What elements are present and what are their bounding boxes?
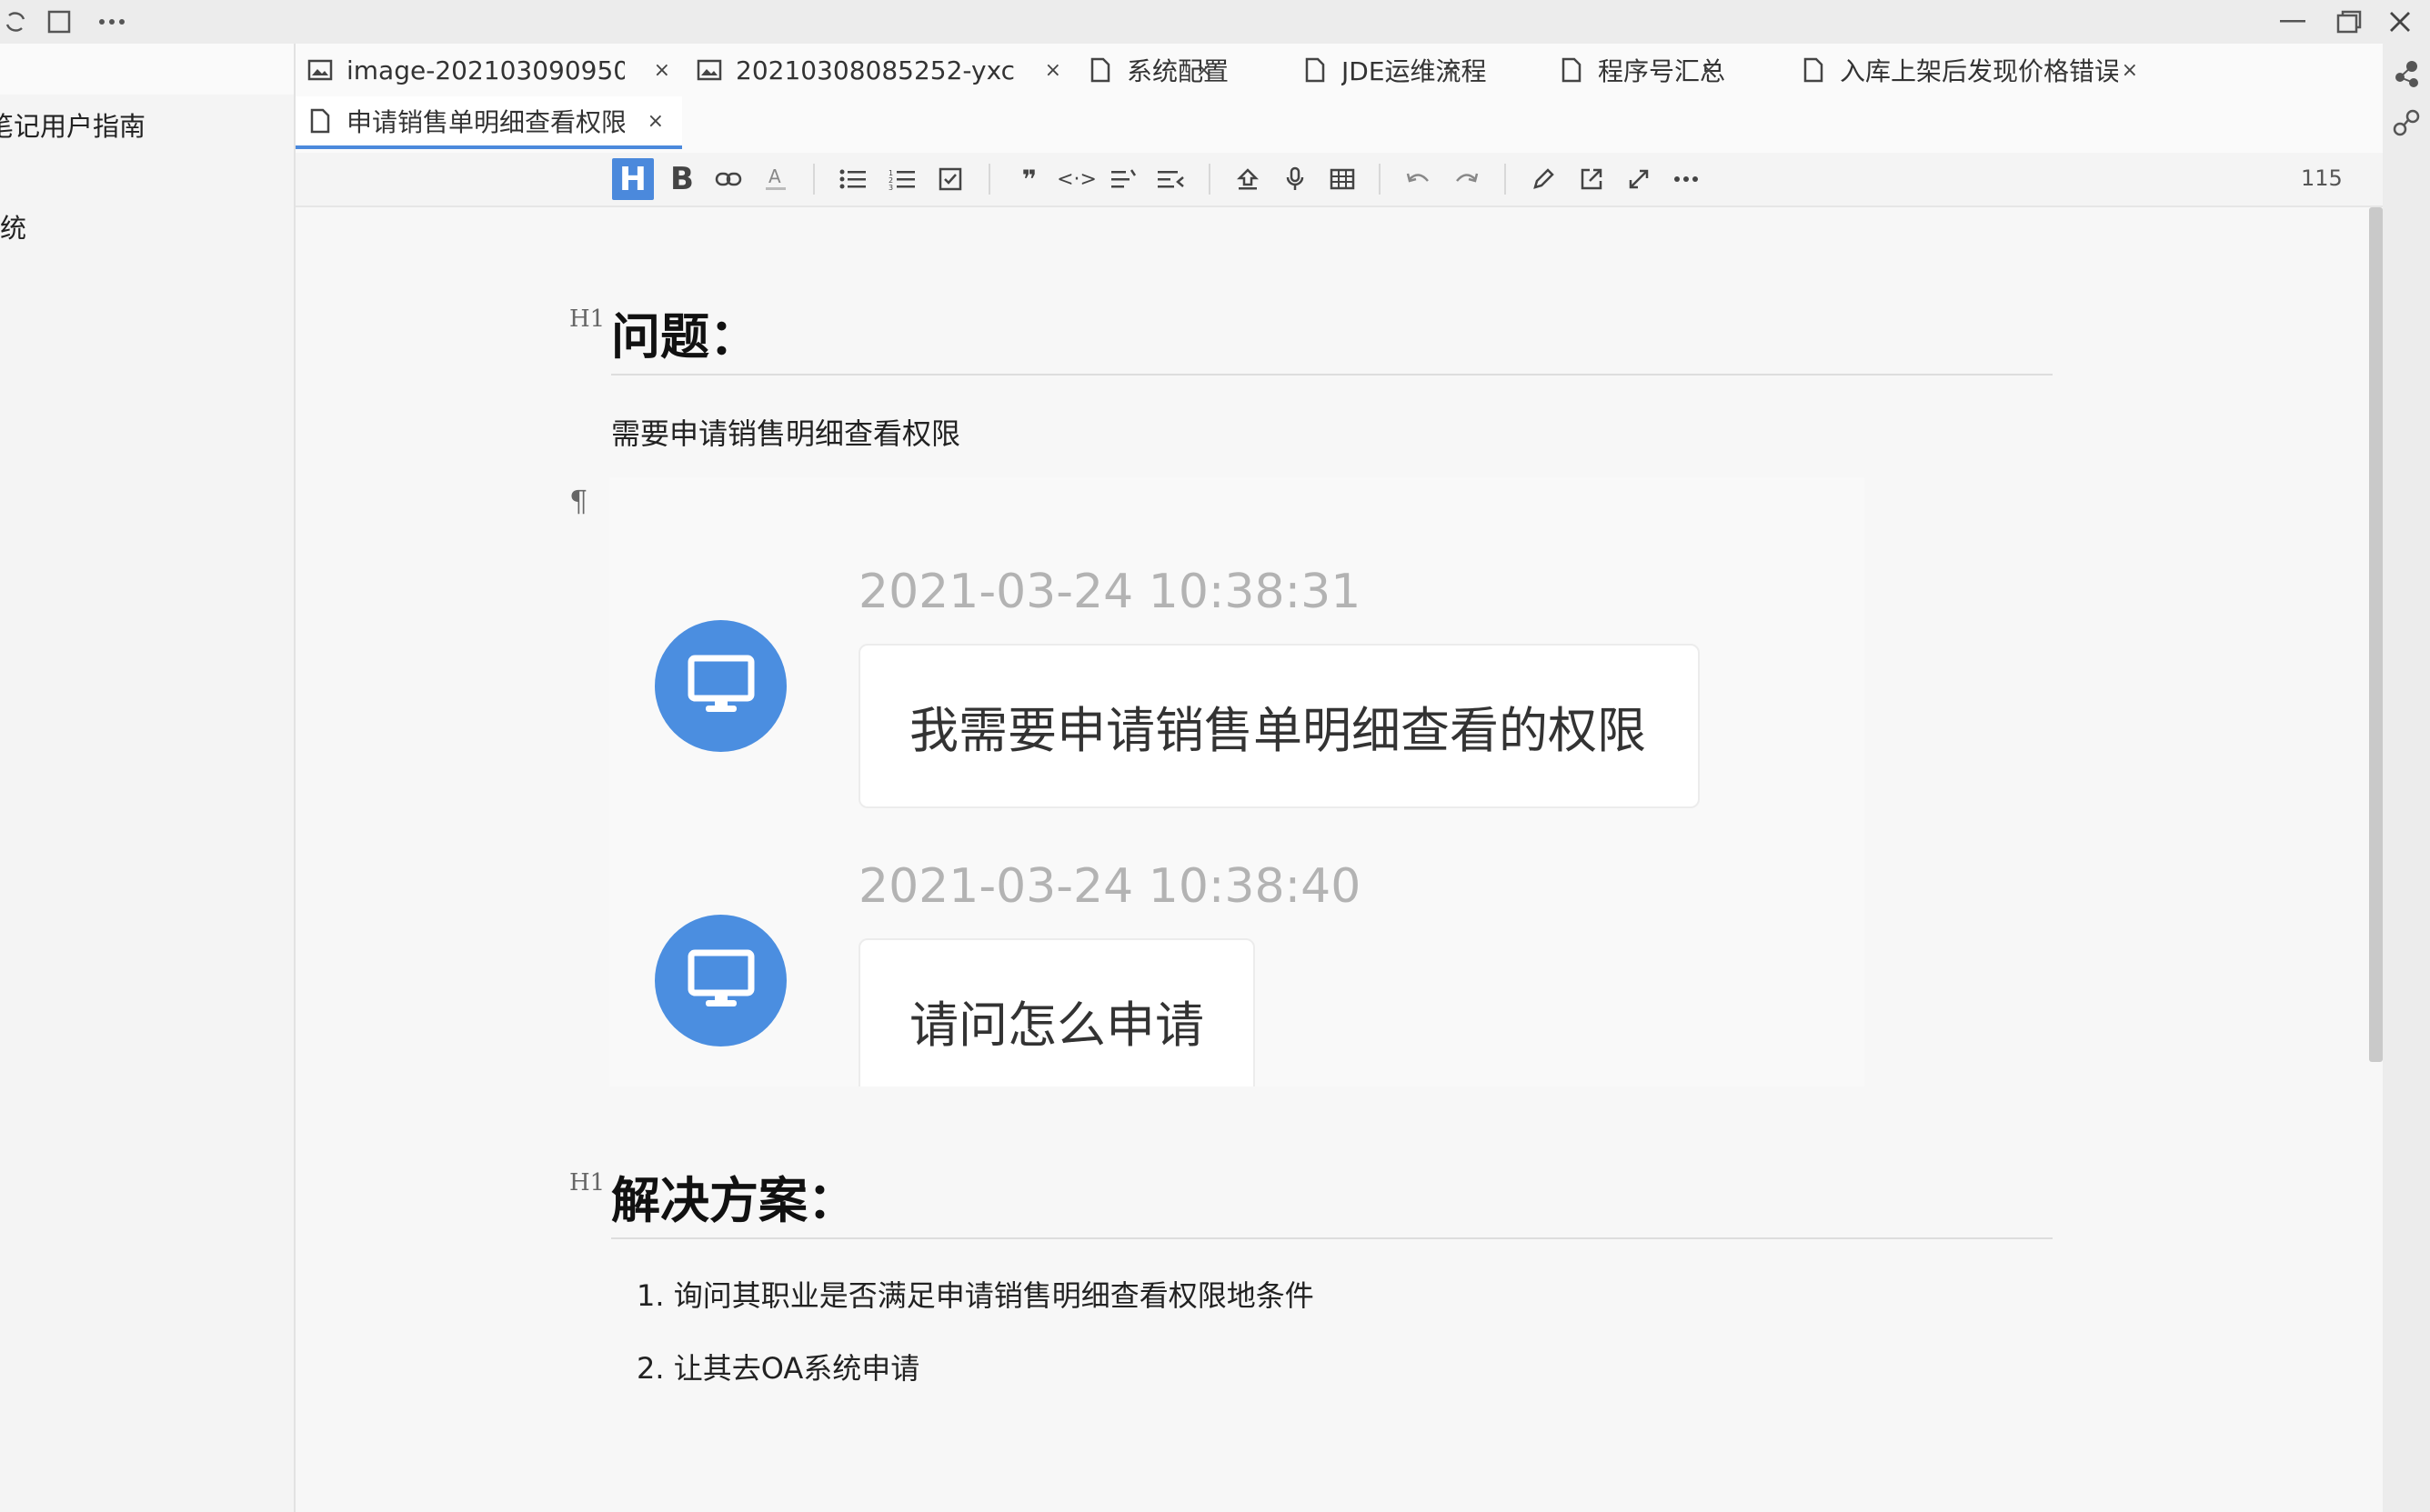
tab-label: JDE运维流程 [1341, 56, 1487, 86]
message-timestamp: 2021-03-24 10:38:40 [859, 859, 1361, 914]
open-external-icon[interactable] [1571, 158, 1612, 200]
heading-divider [611, 1237, 2053, 1239]
monitor-icon [688, 949, 755, 1013]
tab-close-icon[interactable]: × [648, 110, 664, 133]
image-icon [305, 56, 336, 84]
restore-icon[interactable] [2334, 7, 2365, 36]
tab-close-icon[interactable]: × [1045, 59, 1061, 82]
more-options-icon[interactable] [1665, 158, 1707, 200]
document-icon [1300, 56, 1330, 84]
tab-price-error[interactable]: 入库上架后发现价格错误 × [1798, 44, 2298, 96]
tab-label: 系统配置 [1127, 56, 1230, 86]
list-item[interactable]: 1. 询问其职业是否满足申请销售明细查看权限地条件 [637, 1273, 1314, 1315]
inline-code-icon[interactable]: <·> [1056, 158, 1098, 200]
close-icon[interactable] [2385, 7, 2415, 36]
microphone-icon[interactable] [1274, 158, 1316, 200]
bold-button[interactable]: B [661, 158, 703, 200]
chat-bubble: 请问怎么申请 [859, 938, 1255, 1086]
heading-problem[interactable]: 问题： [611, 296, 758, 368]
fullscreen-icon[interactable] [1618, 158, 1660, 200]
more-icon[interactable] [96, 7, 127, 36]
document-icon [1556, 56, 1587, 84]
editor-toolbar: H B A 123 ❞ <·> 115 [296, 153, 2383, 207]
svg-text:3: 3 [889, 184, 893, 190]
bullet-list-icon[interactable] [832, 158, 874, 200]
task-list-icon[interactable] [929, 158, 971, 200]
list-text: 让其去OA系统申请 [673, 1351, 920, 1386]
sidebar: 笔记用户指南 统 [0, 44, 296, 1512]
relation-graph-icon[interactable] [2392, 107, 2423, 138]
square-icon[interactable] [44, 7, 75, 36]
list-number: 1. [637, 1278, 665, 1313]
font-color-icon[interactable]: A [755, 158, 797, 200]
document-icon [1085, 56, 1116, 84]
sidebar-header [0, 44, 294, 95]
editor-scrollbar[interactable] [2369, 207, 2383, 1062]
heading-marker: H1 [569, 305, 606, 333]
redo-icon[interactable] [1445, 158, 1487, 200]
tab-label: 20210308085252-yxc8 [736, 55, 1014, 85]
edit-mode-icon[interactable] [1522, 158, 1564, 200]
document-icon [305, 107, 336, 135]
tab-bar: image-20210309095022 × 20210308085252-yx… [296, 44, 2383, 153]
pilcrow-icon[interactable]: ¶ [569, 484, 587, 518]
tab-close-icon[interactable]: × [1196, 59, 1212, 82]
chat-screenshot-image[interactable]: 2021-03-24 10:38:31 我需要申请销售单明细查看的权限 2021… [609, 477, 1864, 1086]
svg-text:A: A [768, 166, 781, 187]
upload-icon[interactable] [1227, 158, 1269, 200]
right-panel [2383, 44, 2430, 1512]
tab-label: 入库上架后发现价格错误 [1840, 56, 2118, 86]
message-text: 我需要申请销售单明细查看的权限 [909, 702, 1646, 759]
quote-icon[interactable]: ❞ [1009, 158, 1050, 200]
paragraph-problem[interactable]: 需要申请销售明细查看权限 [611, 411, 960, 453]
tab-close-icon[interactable]: × [654, 59, 670, 82]
message-text: 请问怎么申请 [909, 996, 1204, 1054]
chat-bubble: 我需要申请销售单明细查看的权限 [859, 644, 1700, 808]
list-number: 2. [637, 1351, 665, 1386]
tab-label: 申请销售单明细查看权限 [346, 107, 625, 137]
heading-divider [611, 374, 2053, 375]
sync-icon[interactable] [0, 7, 31, 36]
sidebar-item-user-guide[interactable]: 笔记用户指南 [0, 105, 146, 144]
graph-icon[interactable] [2392, 58, 2423, 89]
tab-close-icon[interactable]: × [2122, 59, 2138, 82]
heading-solution[interactable]: 解决方案： [611, 1160, 857, 1232]
document-icon [1798, 56, 1829, 84]
tab-close-icon[interactable]: × [1443, 59, 1460, 82]
tab-label: image-20210309095022 [346, 55, 625, 85]
message-timestamp: 2021-03-24 10:38:31 [859, 565, 1361, 619]
tab-close-icon[interactable]: × [1701, 59, 1717, 82]
tab-sales-permission[interactable]: 申请销售单明细查看权限 × [296, 96, 682, 149]
heading-marker: H1 [569, 1169, 606, 1197]
tab-image-1[interactable]: image-20210309095022 × [305, 44, 670, 96]
ordered-list-icon[interactable]: 123 [881, 158, 923, 200]
list-item[interactable]: 2. 让其去OA系统申请 [637, 1346, 919, 1387]
indent-icon[interactable] [1150, 158, 1192, 200]
sidebar-item-label: 笔记用户指南 [0, 111, 146, 142]
code-block-icon[interactable] [1103, 158, 1145, 200]
undo-icon[interactable] [1398, 158, 1440, 200]
title-bar [0, 0, 2430, 44]
word-count: 115 [2301, 165, 2343, 191]
monitor-icon [688, 655, 755, 718]
sidebar-item-system[interactable]: 统 [0, 207, 26, 245]
tab-image-2[interactable]: 20210308085252-yxc8 × [694, 44, 1061, 96]
link-icon[interactable] [708, 158, 749, 200]
avatar [655, 915, 787, 1046]
avatar [655, 620, 787, 752]
list-text: 询问其职业是否满足申请销售明细查看权限地条件 [673, 1278, 1314, 1313]
sidebar-item-label: 统 [0, 213, 27, 244]
table-icon[interactable] [1321, 158, 1363, 200]
image-icon [694, 56, 725, 84]
minimize-icon[interactable] [2277, 7, 2308, 36]
heading-button[interactable]: H [612, 158, 654, 200]
